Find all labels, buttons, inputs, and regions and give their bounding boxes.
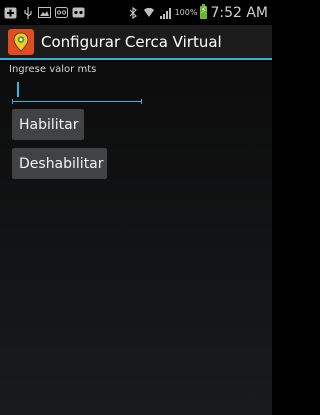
distance-label: Ingrese valor mts xyxy=(9,64,97,75)
voicemail-icon xyxy=(55,7,68,19)
status-bar: 100% 7:52 AM xyxy=(0,0,272,25)
input-right-tick xyxy=(141,99,142,104)
distance-input[interactable] xyxy=(12,78,142,102)
input-left-tick xyxy=(12,99,13,104)
distance-input-wrapper xyxy=(12,78,142,104)
notification-icons xyxy=(4,6,85,19)
page-title: Configurar Cerca Virtual xyxy=(41,32,222,51)
signal-icon xyxy=(159,7,172,19)
action-bar: Configurar Cerca Virtual xyxy=(0,25,272,60)
battery-icon xyxy=(200,4,208,19)
clock: 7:52 AM xyxy=(210,4,268,21)
battery-percent: 100% xyxy=(174,8,198,17)
add-icon xyxy=(4,7,17,19)
enable-button[interactable]: Habilitar xyxy=(12,109,84,140)
disable-button[interactable]: Deshabilitar xyxy=(12,148,107,179)
image-icon xyxy=(38,7,51,19)
wifi-icon xyxy=(143,7,156,19)
text-cursor xyxy=(17,82,19,97)
usb-icon xyxy=(21,6,34,19)
main-content: Ingrese valor mts Habilitar Deshabilitar xyxy=(0,62,272,415)
system-icons: 100% 7:52 AM xyxy=(127,4,268,21)
bluetooth-icon xyxy=(127,6,140,19)
cassette-icon xyxy=(72,7,85,19)
map-pin-icon[interactable] xyxy=(8,28,34,55)
